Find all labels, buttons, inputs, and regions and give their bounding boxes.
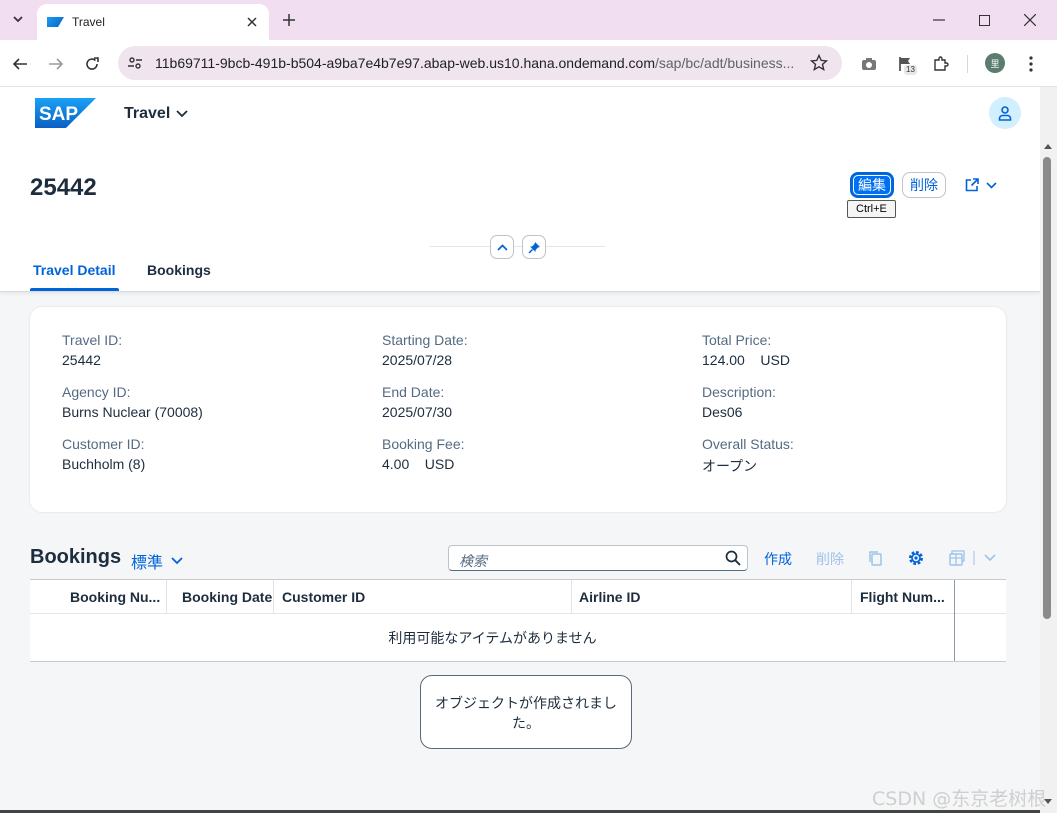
- no-data-message: 利用可能なアイテムがありません: [388, 629, 597, 646]
- search-icon[interactable]: [725, 550, 741, 566]
- minimize-icon[interactable]: [929, 10, 949, 30]
- browser-toolbar: 11b69711-9bcb-491b-b504-a9ba7e4b7e97.aba…: [0, 40, 1057, 87]
- maximize-icon[interactable]: [974, 10, 994, 30]
- sap-logo[interactable]: SAP: [35, 98, 96, 128]
- extension-badge: 13: [904, 65, 917, 75]
- site-settings-icon[interactable]: [127, 55, 143, 71]
- browser-menu-icon[interactable]: [1020, 53, 1042, 75]
- user-profile-button[interactable]: [989, 97, 1021, 129]
- tab-travel-detail[interactable]: Travel Detail: [33, 262, 116, 278]
- variant-label: 標準: [131, 555, 164, 572]
- shell-bar: SAP Travel: [0, 87, 1040, 139]
- field-total-price: Total Price: 124.00 USD: [702, 332, 790, 368]
- export-icon[interactable]: [946, 548, 966, 568]
- url-text[interactable]: 11b69711-9bcb-491b-b504-a9ba7e4b7e97.aba…: [155, 55, 794, 71]
- table-bottom-border: [30, 661, 1006, 662]
- field-travel-id: Travel ID: 25442: [62, 332, 123, 368]
- message-toast: オブジェクトが作成されました。: [420, 675, 632, 749]
- scroll-up-icon[interactable]: [1043, 142, 1053, 150]
- watermark-text: CSDN @东京老树根: [872, 788, 1047, 810]
- column-header-booking-number[interactable]: Booking Nu...: [30, 580, 167, 613]
- column-header-airline-id[interactable]: Airline ID: [572, 580, 852, 613]
- delete-booking-button[interactable]: 削除: [816, 549, 844, 569]
- chevron-up-icon: [496, 243, 508, 251]
- pin-icon: [527, 241, 540, 254]
- share-menu-button[interactable]: [958, 174, 1002, 196]
- header-divider: [430, 246, 605, 247]
- travel-detail-section: Travel ID: 25442 Agency ID: Burns Nuclear …: [30, 307, 1006, 512]
- bookings-title: Bookings: [30, 546, 122, 568]
- field-description: Description: Des06: [702, 384, 776, 420]
- svg-text:SAP: SAP: [39, 104, 78, 125]
- field-agency-id: Agency ID: Burns Nuclear (70008): [62, 384, 203, 420]
- share-icon: [965, 178, 979, 192]
- tab-title: Travel: [72, 15, 105, 29]
- edit-tooltip: Ctrl+E: [847, 200, 896, 218]
- settings-gear-icon[interactable]: [906, 548, 926, 568]
- chevron-down-icon: [171, 557, 183, 565]
- sap-favicon-icon: [47, 17, 64, 27]
- person-icon: [998, 105, 1012, 121]
- field-booking-fee: Booking Fee: 4.00 USD: [382, 436, 465, 472]
- active-tab-indicator: [30, 288, 119, 291]
- toolbar-separator: [972, 548, 976, 568]
- field-end-date: End Date: 2025/07/30: [382, 384, 453, 420]
- chevron-down-icon: [985, 181, 997, 189]
- page-title: 25442: [30, 174, 97, 201]
- bookings-table: Booking Nu... Booking Date Customer ID A…: [30, 579, 1006, 662]
- export-menu-chevron-icon[interactable]: [980, 548, 1000, 568]
- back-arrow-icon[interactable]: [9, 53, 31, 75]
- variant-selector[interactable]: 標準: [131, 549, 183, 573]
- close-window-icon[interactable]: [1020, 10, 1040, 30]
- bookmark-star-icon[interactable]: [810, 54, 828, 72]
- column-header-booking-date[interactable]: Booking Date: [167, 580, 274, 613]
- forward-arrow-icon[interactable]: [45, 53, 67, 75]
- screenshot-camera-icon[interactable]: [858, 53, 880, 75]
- tab-bookings[interactable]: Bookings: [147, 262, 211, 278]
- search-field[interactable]: 検索: [448, 545, 748, 571]
- reload-icon[interactable]: [81, 53, 103, 75]
- field-starting-date: Starting Date: 2025/07/28: [382, 332, 468, 368]
- profile-avatar[interactable]: 里: [985, 53, 1005, 73]
- scrollbar-thumb[interactable]: [1043, 157, 1051, 619]
- field-overall-status: Overall Status: オープン: [702, 436, 794, 474]
- browser-tab[interactable]: Travel: [37, 4, 269, 40]
- column-header-flight-number[interactable]: Flight Num...: [852, 580, 954, 613]
- app-title-menu[interactable]: Travel: [124, 105, 188, 123]
- app-title: Travel: [124, 105, 171, 122]
- create-button[interactable]: 作成: [764, 549, 792, 569]
- copy-icon[interactable]: [866, 548, 886, 568]
- collapse-header-button[interactable]: [490, 235, 514, 259]
- tab-search-button[interactable]: [5, 6, 31, 32]
- address-bar[interactable]: 11b69711-9bcb-491b-b504-a9ba7e4b7e97.aba…: [118, 46, 842, 80]
- chevron-down-icon: [176, 110, 188, 118]
- delete-button[interactable]: 削除: [902, 172, 946, 198]
- field-customer-id: Customer ID: Buchholm (8): [62, 436, 146, 472]
- search-input[interactable]: 検索: [459, 551, 487, 571]
- column-header-customer-id[interactable]: Customer ID: [274, 580, 572, 613]
- pin-header-button[interactable]: [522, 235, 546, 259]
- toolbar-divider: [967, 55, 968, 73]
- object-page-header: 25442 編集 削除 Ctrl+E Travel Detail Booking…: [0, 139, 1040, 292]
- new-tab-icon[interactable]: [280, 11, 298, 29]
- browser-tab-bar: Travel: [0, 0, 1057, 40]
- close-tab-icon[interactable]: [243, 13, 261, 31]
- extensions-puzzle-icon[interactable]: [930, 53, 952, 75]
- column-divider: [954, 580, 955, 662]
- edit-button[interactable]: 編集: [850, 172, 894, 198]
